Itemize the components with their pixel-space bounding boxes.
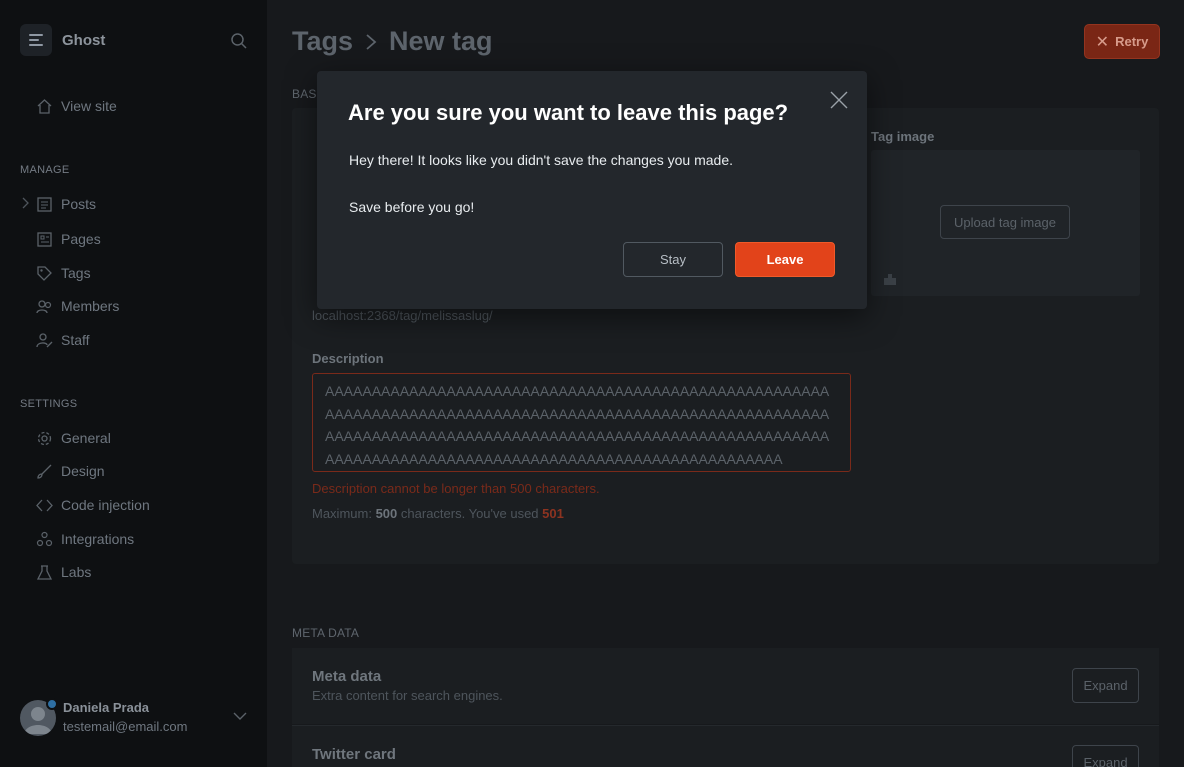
sidebar-header: Ghost bbox=[20, 24, 250, 58]
close-icon[interactable] bbox=[829, 90, 849, 110]
posts-icon bbox=[37, 196, 52, 212]
home-icon bbox=[37, 98, 52, 114]
tag-icon bbox=[37, 265, 52, 281]
modal-message: Hey there! It looks like you didn't save… bbox=[349, 152, 734, 168]
modal-message-secondary: Save before you go! bbox=[349, 199, 475, 215]
user-menu[interactable]: Daniela Prada testemail@email.com bbox=[20, 698, 250, 738]
sidebar-item-label: General bbox=[61, 430, 111, 446]
chevron-down-icon[interactable] bbox=[233, 711, 247, 721]
sidebar-item-label: Design bbox=[61, 463, 105, 479]
count-max: 500 bbox=[375, 506, 398, 521]
retry-button[interactable]: ✕ Retry bbox=[1084, 24, 1160, 59]
meta-data-section-label: META DATA bbox=[292, 626, 360, 640]
description-textarea[interactable]: AAAAAAAAAAAAAAAAAAAAAAAAAAAAAAAAAAAAAAAA… bbox=[312, 373, 851, 472]
sidebar-item-general[interactable]: General bbox=[36, 428, 111, 448]
basic-section-label: BASI bbox=[292, 87, 321, 101]
meta-card-title: Twitter card bbox=[312, 746, 396, 763]
sidebar-item-label: Pages bbox=[61, 231, 101, 247]
manage-section-label: MANAGE bbox=[20, 164, 70, 176]
user-email: testemail@email.com bbox=[63, 719, 188, 734]
staff-icon bbox=[36, 332, 53, 347]
sidebar-item-label: Staff bbox=[61, 332, 90, 348]
retry-label: Retry bbox=[1115, 34, 1149, 49]
breadcrumb: Tags New tag bbox=[292, 26, 493, 57]
slug-url-hint: localhost:2368/tag/melissaslug/ bbox=[312, 308, 493, 323]
sidebar-item-integrations[interactable]: Integrations bbox=[36, 529, 134, 549]
user-name: Daniela Prada bbox=[63, 700, 149, 715]
modal-title: Are you sure you want to leave this page… bbox=[348, 100, 789, 125]
sidebar-item-view-site[interactable]: View site bbox=[36, 96, 117, 116]
count-prefix: Maximum: bbox=[312, 506, 372, 521]
meta-card-subtitle: Extra content for search engines. bbox=[312, 688, 503, 703]
expand-button[interactable]: Expand bbox=[1072, 745, 1139, 767]
sidebar-item-code-injection[interactable]: Code injection bbox=[36, 495, 150, 515]
sidebar-item-label: Labs bbox=[61, 564, 92, 580]
upload-tag-image-button[interactable]: Upload tag image bbox=[940, 205, 1070, 239]
count-used: 501 bbox=[542, 506, 564, 521]
gear-icon bbox=[37, 431, 52, 445]
description-label: Description bbox=[312, 351, 384, 366]
pages-icon bbox=[37, 231, 52, 247]
tag-image-dropzone[interactable]: Upload tag image bbox=[871, 150, 1140, 296]
image-icon bbox=[884, 274, 896, 285]
site-logo-icon[interactable] bbox=[20, 24, 52, 56]
sidebar-item-label: View site bbox=[61, 98, 117, 114]
site-title[interactable]: Ghost bbox=[62, 32, 105, 49]
sidebar-item-label: Posts bbox=[61, 196, 97, 212]
sidebar-item-labs[interactable]: Labs bbox=[36, 562, 91, 582]
chevron-right-icon[interactable] bbox=[20, 197, 30, 209]
meta-data-card: Meta data Extra content for search engin… bbox=[292, 648, 1159, 724]
flask-icon bbox=[36, 564, 53, 580]
leave-page-modal: Are you sure you want to leave this page… bbox=[317, 71, 867, 309]
close-icon: ✕ bbox=[1095, 33, 1110, 51]
brush-icon bbox=[37, 464, 52, 479]
meta-card-title: Meta data bbox=[312, 668, 382, 685]
status-dot bbox=[46, 698, 58, 710]
description-error: Description cannot be longer than 500 ch… bbox=[312, 481, 600, 496]
sidebar-item-label: Members bbox=[61, 298, 120, 314]
page-title: New tag bbox=[389, 26, 493, 56]
count-mid: characters. You've used bbox=[400, 506, 539, 521]
search-icon[interactable] bbox=[230, 32, 248, 50]
stay-button[interactable]: Stay bbox=[623, 242, 723, 277]
sidebar: Ghost View site MANAGE Posts Pages Tags … bbox=[0, 0, 267, 767]
code-icon bbox=[36, 499, 53, 511]
settings-section-label: SETTINGS bbox=[20, 398, 78, 410]
leave-button[interactable]: Leave bbox=[735, 242, 835, 277]
breadcrumb-tags-link[interactable]: Tags bbox=[292, 26, 353, 57]
sidebar-item-staff[interactable]: Staff bbox=[36, 330, 90, 350]
sidebar-item-label: Integrations bbox=[61, 531, 135, 547]
sidebar-item-pages[interactable]: Pages bbox=[36, 229, 101, 249]
tag-image-label: Tag image bbox=[871, 129, 935, 144]
twitter-card: Twitter card Expand bbox=[292, 725, 1159, 767]
sidebar-item-design[interactable]: Design bbox=[36, 461, 105, 481]
integrations-icon bbox=[36, 531, 53, 546]
sidebar-item-tags[interactable]: Tags bbox=[36, 263, 91, 283]
sidebar-item-members[interactable]: Members bbox=[36, 296, 119, 316]
sidebar-item-label: Tags bbox=[61, 265, 91, 281]
sidebar-item-posts[interactable]: Posts bbox=[36, 194, 96, 214]
character-count: Maximum: 500 characters. You've used 501 bbox=[312, 506, 564, 521]
chevron-right-icon bbox=[366, 33, 377, 50]
members-icon bbox=[36, 299, 52, 313]
sidebar-item-label: Code injection bbox=[61, 497, 150, 513]
expand-button[interactable]: Expand bbox=[1072, 668, 1139, 703]
